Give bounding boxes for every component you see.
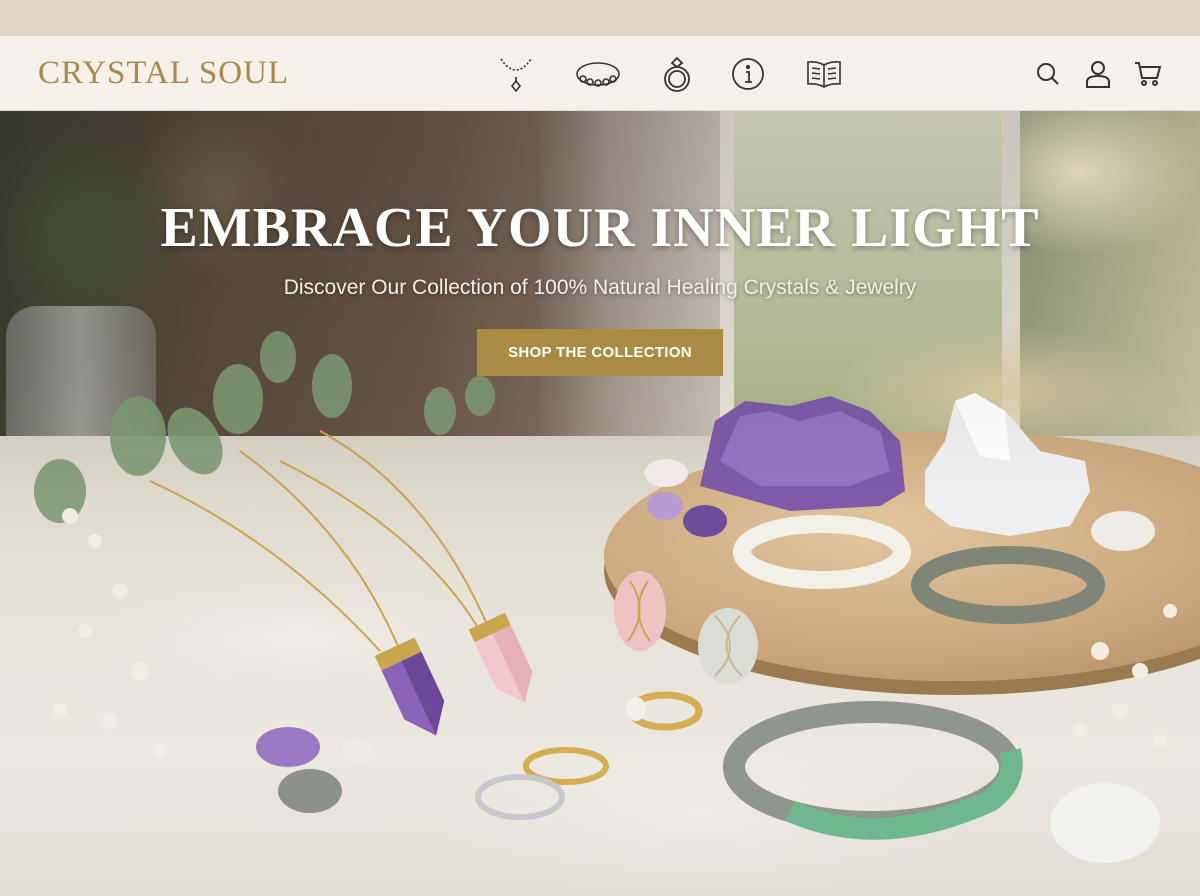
necklace-icon[interactable] xyxy=(496,54,536,94)
hero-title: EMBRACE YOUR INNER LIGHT xyxy=(160,197,1040,259)
search-icon[interactable] xyxy=(1034,54,1062,94)
book-icon[interactable] xyxy=(804,54,844,94)
account-icon[interactable] xyxy=(1084,54,1112,94)
cart-icon[interactable] xyxy=(1133,54,1163,94)
navbar: CRYSTAL SOUL xyxy=(0,36,1200,111)
top-strip xyxy=(0,0,1200,36)
bracelet-icon[interactable] xyxy=(573,54,623,94)
ring-icon[interactable] xyxy=(659,54,695,94)
shop-collection-button[interactable]: SHOP THE COLLECTION xyxy=(477,329,723,376)
hero-subtitle: Discover Our Collection of 100% Natural … xyxy=(283,276,917,299)
hero-banner: EMBRACE YOUR INNER LIGHT Discover Our Co… xyxy=(0,111,1200,896)
brand-logo[interactable]: CRYSTAL SOUL xyxy=(38,55,289,92)
info-icon[interactable] xyxy=(730,54,766,94)
